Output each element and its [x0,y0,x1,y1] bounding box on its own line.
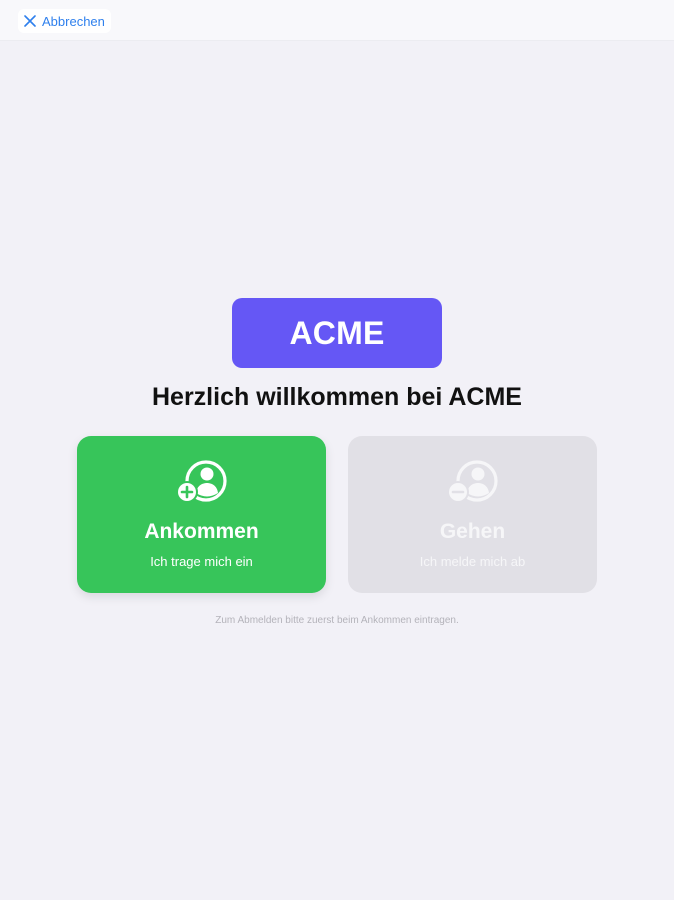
top-bar: Abbrechen [0,0,674,41]
check-out-button[interactable]: Gehen Ich melde mich ab [348,436,597,593]
close-icon [24,15,36,27]
check-out-subtitle: Ich melde mich ab [419,554,526,569]
hint-text: Zum Abmelden bitte zuerst beim Ankommen … [215,615,459,626]
brand-logo: ACME [232,298,442,368]
cancel-button[interactable]: Abbrechen [18,9,111,33]
logo-text: ACME [289,314,385,351]
check-out-title: Gehen [439,520,506,543]
check-in-subtitle: Ich trage mich ein [150,554,253,569]
cancel-label: Abbrechen [42,13,105,29]
check-in-button[interactable]: Ankommen Ich trage mich ein [77,436,326,593]
user-remove-icon [446,460,499,506]
user-add-icon [175,460,228,506]
check-in-title: Ankommen [144,520,259,543]
welcome-heading: Herzlich willkommen bei ACME [152,383,522,411]
